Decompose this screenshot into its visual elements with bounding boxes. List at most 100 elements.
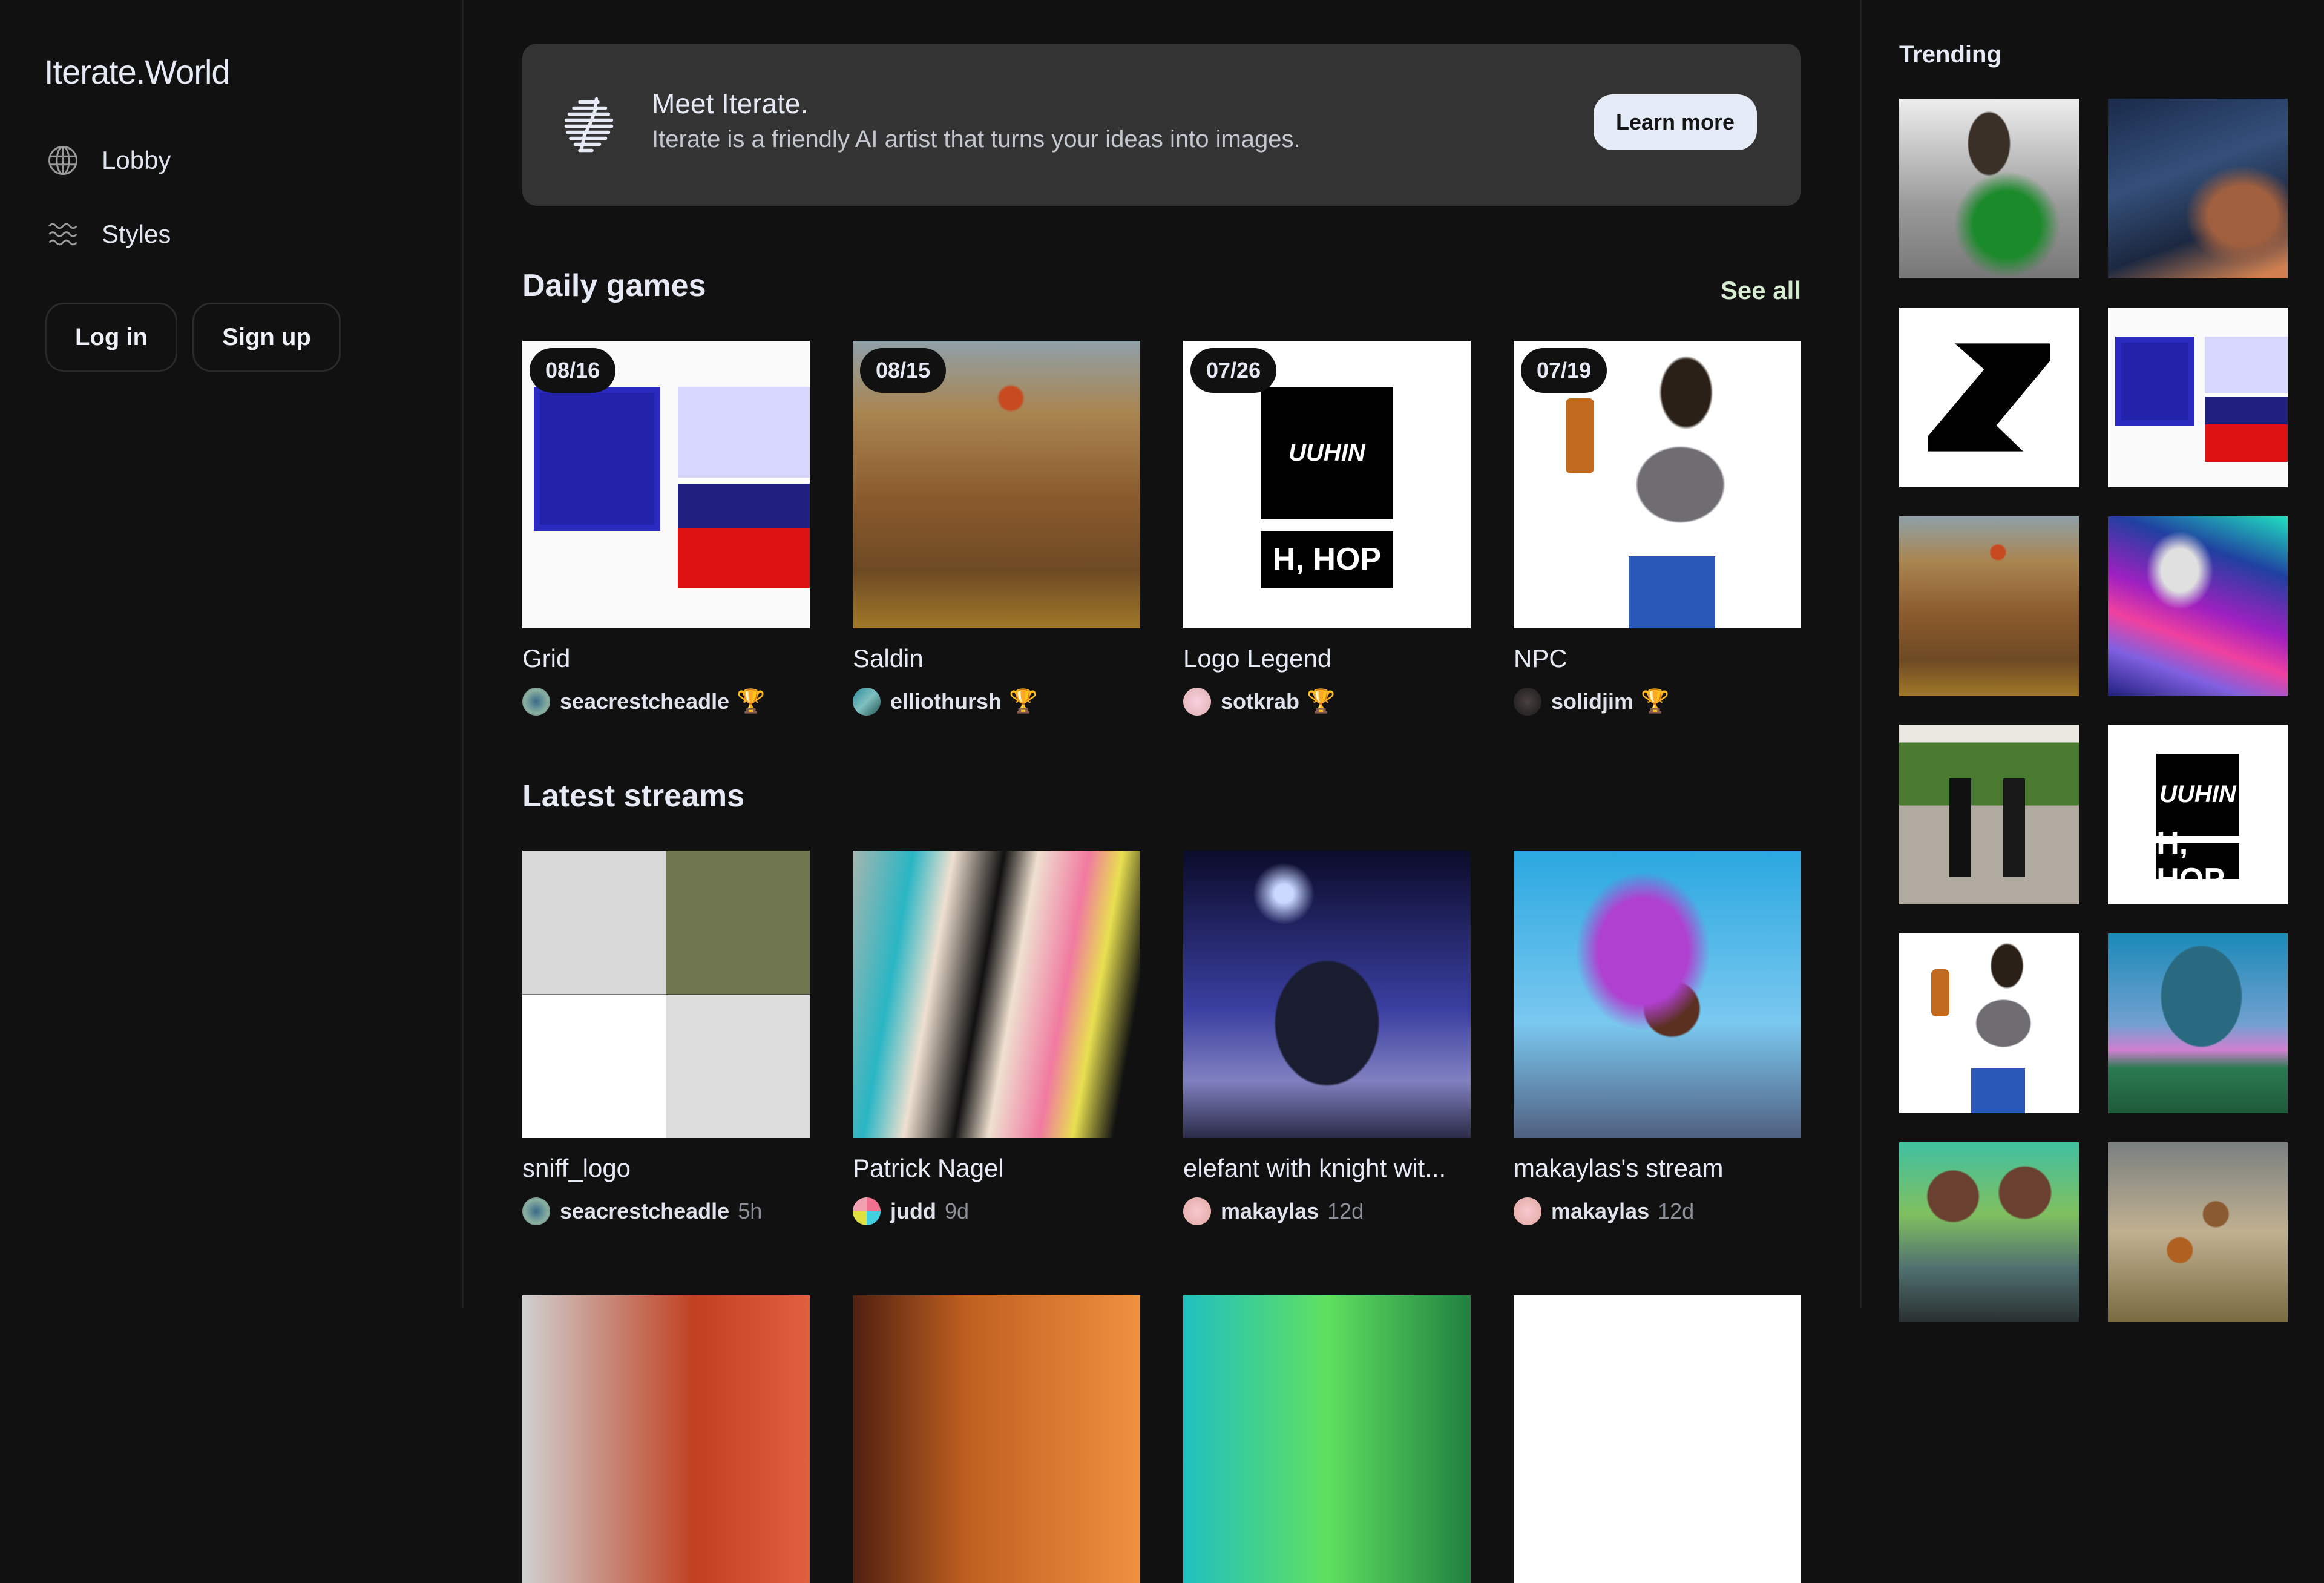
stream-author[interactable]: makaylas 12d — [1514, 1197, 1801, 1225]
daily-games-heading: Daily games — [522, 268, 706, 303]
stream-title[interactable]: elefant with knight wit... — [1183, 1154, 1471, 1183]
stream-author[interactable]: makaylas 12d — [1183, 1197, 1471, 1225]
username: sotkrab — [1221, 689, 1300, 714]
avatar — [853, 688, 881, 716]
game-thumbnail[interactable]: 07/19 — [1514, 341, 1801, 628]
stream-card[interactable]: elefant with knight wit... makaylas 12d — [1183, 851, 1471, 1225]
game-thumbnail[interactable]: 08/15 — [853, 341, 1140, 628]
game-title[interactable]: Saldin — [853, 644, 1140, 673]
username: makaylas — [1221, 1199, 1319, 1223]
stream-thumbnail[interactable] — [1183, 851, 1471, 1138]
trending-tile[interactable] — [1899, 516, 2079, 696]
trophy-icon: 🏆 — [737, 689, 766, 714]
trending-tile[interactable] — [2108, 1142, 2288, 1322]
stream-thumbnail[interactable] — [1514, 1295, 1801, 1583]
avatar — [1514, 1197, 1541, 1225]
date-badge: 07/26 — [1190, 348, 1277, 393]
trending-tile[interactable] — [1899, 308, 2079, 487]
signup-button[interactable]: Sign up — [192, 303, 341, 372]
game-title[interactable]: Grid — [522, 644, 810, 673]
sidebar-item-lobby[interactable]: Lobby — [46, 139, 171, 182]
stream-thumbnail[interactable] — [853, 851, 1140, 1138]
stream-card[interactable] — [1183, 1295, 1471, 1583]
stream-title[interactable]: sniff_logo — [522, 1154, 810, 1183]
trending-tile[interactable] — [1899, 933, 2079, 1113]
stream-thumbnail[interactable] — [522, 1295, 810, 1583]
stream-card[interactable] — [522, 1295, 810, 1583]
main-content: Meet Iterate. Iterate is a friendly AI a… — [464, 0, 1860, 1583]
iterate-logo-icon — [559, 94, 619, 155]
sidebar: Iterate.World Lobby Styles Log in Sign u… — [0, 0, 464, 1308]
latest-streams-heading: Latest streams — [522, 778, 745, 814]
game-author[interactable]: sotkrab 🏆 — [1183, 688, 1471, 716]
brand-logo[interactable]: Iterate.World — [44, 52, 231, 91]
date-badge: 08/16 — [530, 348, 616, 393]
stream-thumbnail[interactable] — [1183, 1295, 1471, 1583]
game-author[interactable]: elliothursh 🏆 — [853, 688, 1140, 716]
username: judd — [890, 1199, 936, 1223]
game-title[interactable]: NPC — [1514, 644, 1801, 673]
sidebar-item-styles[interactable]: Styles — [46, 213, 171, 255]
username: seacrestcheadle — [560, 689, 730, 714]
stream-thumbnail[interactable] — [853, 1295, 1140, 1583]
learn-more-button[interactable]: Learn more — [1594, 94, 1757, 150]
trending-tile[interactable] — [2108, 725, 2288, 904]
game-card[interactable]: 08/15 Saldin elliothursh 🏆 — [853, 341, 1140, 716]
trending-tile[interactable] — [2108, 933, 2288, 1113]
game-card[interactable]: 07/19 NPC solidjim 🏆 — [1514, 341, 1801, 716]
stream-title[interactable]: makaylas's stream — [1514, 1154, 1801, 1183]
stream-card[interactable]: Patrick Nagel judd 9d — [853, 851, 1140, 1225]
avatar — [1514, 688, 1541, 716]
stream-thumbnail[interactable] — [522, 851, 810, 1138]
game-title[interactable]: Logo Legend — [1183, 644, 1471, 673]
trending-tile[interactable] — [1899, 99, 2079, 278]
avatar — [1183, 688, 1211, 716]
game-thumbnail[interactable]: 08/16 — [522, 341, 810, 628]
stream-card[interactable]: sniff_logo seacrestcheadle 5h — [522, 851, 810, 1225]
trending-panel: Trending — [1860, 0, 2324, 1322]
date-badge: 07/19 — [1521, 348, 1607, 393]
game-card[interactable]: 08/16 Grid seacrestcheadle 🏆 — [522, 341, 810, 716]
avatar — [1183, 1197, 1211, 1225]
avatar — [522, 1197, 550, 1225]
username: seacrestcheadle — [560, 1199, 730, 1223]
game-thumbnail[interactable]: 07/26 — [1183, 341, 1471, 628]
login-button[interactable]: Log in — [45, 303, 177, 372]
sidebar-item-label: Styles — [102, 220, 171, 248]
game-author[interactable]: solidjim 🏆 — [1514, 688, 1801, 716]
stream-author[interactable]: seacrestcheadle 5h — [522, 1197, 810, 1225]
stream-card[interactable] — [1514, 1295, 1801, 1583]
avatar — [522, 688, 550, 716]
stream-age: 12d — [1658, 1199, 1695, 1223]
avatar — [853, 1197, 881, 1225]
username: solidjim — [1551, 689, 1634, 714]
sidebar-item-label: Lobby — [102, 146, 171, 174]
trending-tile[interactable] — [2108, 516, 2288, 696]
stream-age: 12d — [1327, 1199, 1364, 1223]
stream-card[interactable] — [853, 1295, 1140, 1583]
trending-tile[interactable] — [1899, 1142, 2079, 1322]
banner-subtitle: Iterate is a friendly AI artist that tur… — [652, 126, 1301, 153]
trending-tile[interactable] — [2108, 308, 2288, 487]
trending-tile[interactable] — [1899, 725, 2079, 904]
see-all-link[interactable]: See all — [1721, 276, 1801, 305]
stream-title[interactable]: Patrick Nagel — [853, 1154, 1140, 1183]
trophy-icon: 🏆 — [1641, 689, 1670, 714]
waves-icon — [46, 217, 80, 251]
trending-heading: Trending — [1899, 41, 2001, 68]
banner-title: Meet Iterate. — [652, 88, 809, 119]
game-card[interactable]: 07/26 Logo Legend sotkrab 🏆 — [1183, 341, 1471, 716]
game-author[interactable]: seacrestcheadle 🏆 — [522, 688, 810, 716]
trending-tile[interactable] — [2108, 99, 2288, 278]
username: makaylas — [1551, 1199, 1650, 1223]
trophy-icon: 🏆 — [1307, 689, 1336, 714]
stream-thumbnail[interactable] — [1514, 851, 1801, 1138]
stream-age: 5h — [738, 1199, 763, 1223]
trophy-icon: 🏆 — [1009, 689, 1038, 714]
globe-icon — [46, 143, 80, 177]
stream-author[interactable]: judd 9d — [853, 1197, 1140, 1225]
stream-age: 9d — [944, 1199, 970, 1223]
intro-banner: Meet Iterate. Iterate is a friendly AI a… — [522, 44, 1801, 206]
username: elliothursh — [890, 689, 1002, 714]
stream-card[interactable]: makaylas's stream makaylas 12d — [1514, 851, 1801, 1225]
